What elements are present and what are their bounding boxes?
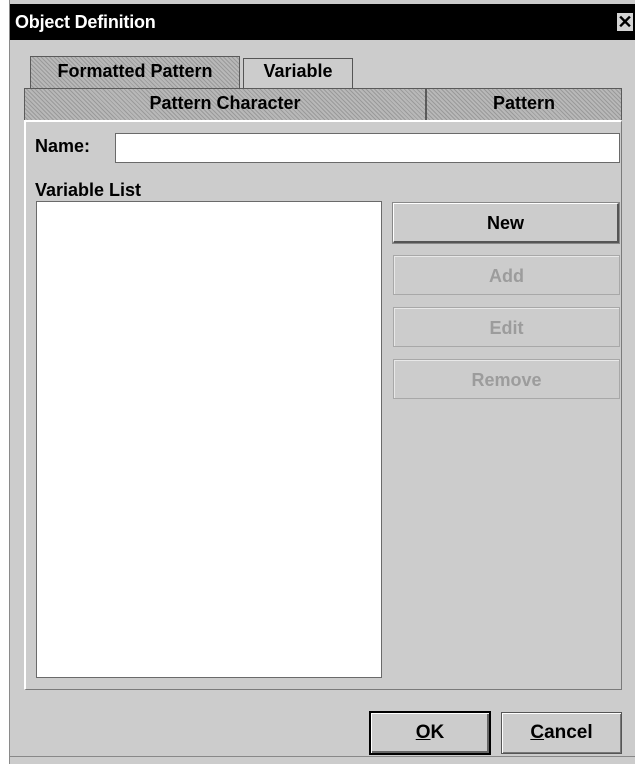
dialog-title: Object Definition [15, 12, 156, 32]
tab-pattern-character-label: Pattern Character [149, 93, 301, 113]
title-bar[interactable]: Object Definition ✕ [10, 4, 635, 40]
tab-variable[interactable]: Variable [243, 58, 353, 88]
tab-pattern-character[interactable]: Pattern Character [24, 88, 426, 122]
tab-pattern-label: Pattern [492, 93, 555, 113]
window-bottom-border [10, 756, 635, 757]
ok-label-rest: K [430, 722, 445, 743]
name-field[interactable] [115, 133, 620, 163]
variable-list-label: Variable List [35, 180, 142, 200]
add-button-label: Add [489, 266, 524, 286]
tab-formatted-pattern-label: Formatted Pattern [57, 61, 213, 81]
tab-formatted-pattern[interactable]: Formatted Pattern [30, 56, 240, 90]
remove-button[interactable]: Remove [393, 359, 620, 399]
new-button-label: New [486, 213, 524, 233]
variable-list[interactable] [36, 201, 382, 678]
object-definition-dialog: Object Definition ✕ Formatted Pattern Va… [9, 0, 635, 764]
cancel-label-rest: ancel [544, 722, 593, 743]
edit-button-label: Edit [489, 318, 524, 338]
remove-button-label: Remove [471, 370, 542, 390]
add-button[interactable]: Add [393, 255, 620, 295]
edit-button[interactable]: Edit [393, 307, 620, 347]
name-label: Name: [35, 136, 91, 156]
cancel-mnemonic: C [530, 722, 545, 743]
cancel-button[interactable]: Cancel [501, 712, 622, 754]
close-icon: ✕ [617, 12, 633, 32]
tab-variable-label: Variable [263, 61, 333, 81]
new-button[interactable]: New [392, 202, 620, 244]
close-button[interactable]: ✕ [616, 12, 634, 32]
ok-button[interactable]: OK [369, 711, 491, 755]
ok-mnemonic: O [415, 722, 431, 743]
tab-pattern[interactable]: Pattern [426, 88, 622, 122]
